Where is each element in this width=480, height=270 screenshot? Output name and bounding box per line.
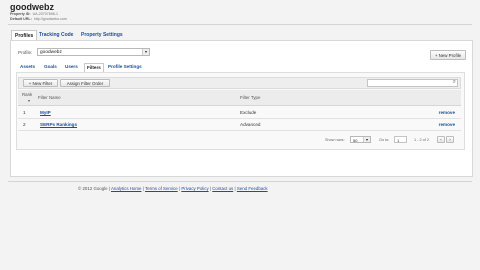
chevron-down-icon: ▾ (363, 137, 370, 142)
sort-arrow-icon[interactable]: ▾ (28, 98, 30, 103)
assign-filter-order-button[interactable]: Assign Filter Order (60, 79, 110, 87)
new-filter-button[interactable]: + New Filter (23, 79, 58, 87)
footer-link-privacy[interactable]: Privacy Policy (181, 186, 208, 191)
go-to-input[interactable]: 1 (394, 136, 407, 143)
table-header: Rank ▾ Filter Name Filter Type (18, 90, 461, 106)
search-icon[interactable]: ⌕ (453, 79, 456, 86)
profile-label: Profile: (18, 50, 33, 55)
page-title: goodwebz (10, 2, 54, 12)
table-row: 1 MyIP Exclude remove (18, 107, 461, 119)
col-filter-type: Filter Type (240, 95, 261, 100)
prev-page-button[interactable]: ‹ (437, 136, 445, 143)
default-url-value: http://goodwebz.com (33, 17, 67, 21)
footer-link-contact[interactable]: Contact us (212, 186, 233, 191)
remove-link[interactable]: remove (439, 122, 455, 127)
col-rank[interactable]: Rank (22, 92, 32, 97)
go-to-label: Go to: (379, 138, 390, 142)
footer-link-analytics-home[interactable]: Analytics Home (111, 186, 142, 191)
profile-select[interactable]: goodwebz ▾ (37, 48, 150, 56)
search-input[interactable]: ⌕ (367, 79, 458, 87)
default-url-label: Default URL: (10, 17, 32, 21)
default-url: Default URL: http://goodwebz.com (10, 17, 67, 21)
copyright: © 2012 Google (78, 186, 108, 191)
subtab-users[interactable]: Users (63, 63, 80, 71)
footer-link-feedback[interactable]: Send Feedback (237, 186, 268, 191)
property-id-value: UA-20707898-1 (32, 12, 58, 16)
table-row: 2 SERPs Rankings Advanced remove (18, 119, 461, 131)
rows-per-page-select[interactable]: 50 ▾ (350, 136, 371, 143)
row-rank: 2 (23, 122, 26, 127)
filter-link[interactable]: MyIP (40, 110, 51, 115)
col-filter-name: Filter Name (38, 95, 61, 100)
subtab-profile-settings[interactable]: Profile Settings (106, 63, 144, 71)
footer-separator: | (178, 186, 181, 191)
filter-type: Exclude (240, 110, 257, 115)
subtab-assets[interactable]: Assets (18, 63, 37, 71)
chevron-down-icon: ▾ (142, 49, 149, 55)
subtab-goals[interactable]: Goals (42, 63, 59, 71)
next-page-button[interactable]: › (446, 136, 454, 143)
header-divider (8, 24, 472, 25)
tab-tracking-code[interactable]: Tracking Code (36, 30, 76, 40)
show-rows-label: Show rows: (325, 138, 345, 142)
footer: © 2012 Google | Analytics Home | Terms o… (78, 186, 268, 191)
filter-link[interactable]: SERPs Rankings (40, 122, 77, 127)
subtab-filters[interactable]: Filters (84, 63, 104, 72)
profile-select-value: goodwebz (40, 50, 62, 55)
footer-divider (8, 181, 472, 182)
tab-property-settings[interactable]: Property Settings (78, 30, 126, 40)
footer-separator: | (234, 186, 236, 191)
filter-type: Advanced (240, 122, 261, 127)
footer-separator: | (142, 186, 144, 191)
footer-link-terms[interactable]: Terms of Service (145, 186, 178, 191)
footer-separator: | (209, 186, 212, 191)
rows-per-page-value: 50 (353, 138, 358, 143)
property-id-label: Property ID: (10, 12, 31, 16)
footer-separator: | (108, 186, 110, 191)
pagination-range: 1 - 2 of 2 (414, 138, 429, 142)
row-rank: 1 (23, 110, 26, 115)
property-id: Property ID: UA-20707898-1 (10, 12, 58, 16)
new-profile-button[interactable]: + New Profile (430, 50, 466, 60)
remove-link[interactable]: remove (439, 110, 455, 115)
